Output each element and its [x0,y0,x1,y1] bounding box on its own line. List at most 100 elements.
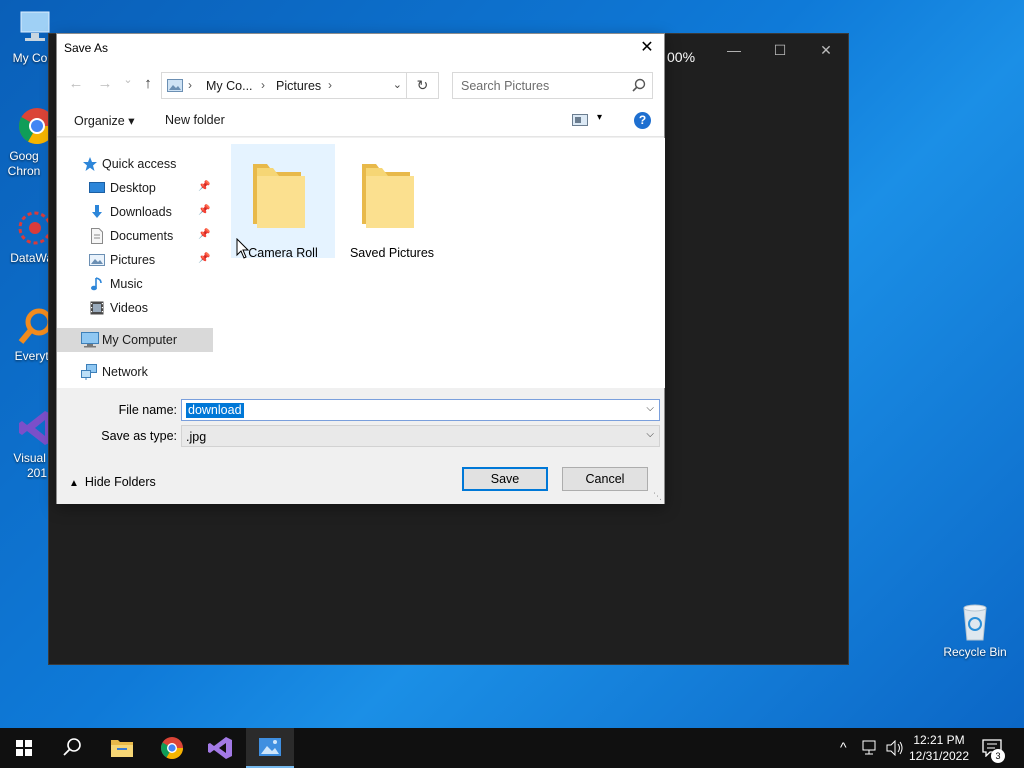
dialog-titlebar[interactable]: Save As ✕ [57,34,664,63]
nav-item-label: Documents [110,229,174,243]
breadcrumb-separator[interactable]: › [328,78,332,92]
nav-item-downloads[interactable]: Downloads 📌 [57,201,223,223]
nav-item-quick-access[interactable]: Quick access [57,153,223,175]
nav-item-documents[interactable]: Documents 📌 [57,225,223,247]
network-status-icon[interactable] [862,740,880,759]
folder-icon [360,154,416,228]
nav-item-label: Desktop [110,181,156,195]
pin-icon: 📌 [198,205,211,216]
visual-studio-icon [208,737,232,759]
taskbar-search-button[interactable] [48,728,96,768]
search-input[interactable]: Search Pictures [452,72,653,99]
nav-item-label: Music [110,277,143,291]
organize-button[interactable]: Organize ▾ [74,113,134,128]
nav-item-network[interactable]: Network [57,361,223,383]
taskbar-photos[interactable] [246,728,294,768]
cancel-button[interactable]: Cancel [562,467,648,491]
tray-expand-icon[interactable]: ^ [840,739,847,755]
hide-folders-button[interactable]: ▲ Hide Folders [69,475,156,489]
chrome-icon [161,737,183,759]
nav-item-desktop[interactable]: Desktop 📌 [57,177,223,199]
help-icon[interactable]: ? [634,112,651,129]
chevron-down-icon[interactable]: ⌵ [646,403,654,414]
address-bar[interactable]: › My Co... › Pictures › ⌄ ↻ [161,72,439,99]
system-clock[interactable]: 12:21 PM 12/31/2022 [906,732,972,764]
start-icon [16,740,32,756]
computer-icon [81,332,99,348]
folder-item-saved-pictures[interactable]: Saved Pictures [340,144,444,260]
breadcrumb-pictures[interactable]: Pictures [276,79,321,93]
clock-date: 12/31/2022 [908,749,970,763]
photos-icon [259,738,281,756]
desktop-icon-recycle-bin[interactable]: Recycle Bin [940,602,1010,660]
save-options-area: File name: download ⌵ Save as type: .jpg… [57,388,664,504]
up-button[interactable]: ↑ [139,75,157,92]
dialog-toolbar: Organize ▾ New folder ▾ ? [57,105,664,137]
resize-grip-icon[interactable]: ⋱ [653,491,662,502]
file-explorer-icon [111,740,133,757]
nav-item-my-computer[interactable]: My Computer [57,328,213,352]
file-list-pane[interactable]: Camera Roll Saved Pictures [223,138,665,388]
forward-button[interactable]: → [96,75,114,92]
nav-item-label: Videos [110,301,148,315]
pictures-location-icon [167,79,183,95]
desktop-icon-label: Goog Chron [7,149,41,178]
nav-item-videos[interactable]: Videos [57,297,223,319]
dialog-title: Save As [64,41,109,55]
folder-name: Saved Pictures [349,246,435,260]
nav-item-pictures[interactable]: Pictures 📌 [57,249,223,271]
taskbar-chrome[interactable] [148,728,196,768]
folder-icon [251,154,307,228]
taskbar: ^ 12:21 PM 12/31/2022 3 [0,728,1024,768]
back-button[interactable]: ← [67,75,85,92]
taskbar-visual-studio[interactable] [196,728,244,768]
view-dropdown-icon[interactable]: ▾ [597,112,602,123]
maximize-button[interactable]: ☐ [757,40,803,60]
clock-time: 12:21 PM [913,733,965,747]
network-icon [81,364,97,380]
address-row: ← → ⌄ ↑ › My Co... › Pictures › ⌄ ↻ Sear… [57,63,664,105]
desktop-icon-label: Recycle Bin [943,645,1007,659]
breadcrumb-my-computer[interactable]: My Co... [206,79,253,93]
hide-folders-label: Hide Folders [84,475,156,489]
start-button[interactable] [0,728,48,768]
nav-item-label: Quick access [102,157,177,171]
recent-locations-button[interactable]: ⌄ [119,73,137,86]
file-name-input[interactable]: download ⌵ [181,399,660,421]
search-placeholder: Search Pictures [461,79,550,93]
chevron-down-icon[interactable]: ⌵ [646,429,654,440]
save-as-type-select[interactable]: .jpg ⌵ [181,425,660,447]
desktop-icon [89,180,105,196]
notification-count-badge: 3 [991,749,1005,763]
address-dropdown-icon[interactable]: ⌄ [393,78,402,91]
refresh-button[interactable]: ↻ [406,73,438,98]
view-options-icon[interactable] [572,114,588,129]
taskbar-file-explorer[interactable] [98,728,146,768]
zoom-level: 00% [667,49,696,65]
nav-item-label: Downloads [110,205,172,219]
dialog-close-button[interactable]: ✕ [636,37,658,59]
search-icon [632,78,646,95]
nav-item-music[interactable]: Music [57,273,223,295]
breadcrumb-separator[interactable]: › [188,78,192,92]
breadcrumb-separator[interactable]: › [261,78,265,92]
file-name-value: download [186,403,244,418]
star-icon [82,156,98,172]
close-button[interactable]: ✕ [803,40,849,60]
recycle-bin-icon [955,602,995,642]
save-button[interactable]: Save [462,467,548,491]
minimize-button[interactable]: — [711,40,757,60]
nav-item-label: My Computer [102,333,178,347]
chevron-up-icon: ▲ [69,478,79,489]
pictures-icon [89,252,105,268]
volume-icon[interactable] [886,739,904,759]
save-as-dialog: Save As ✕ ← → ⌄ ↑ › My Co... › Pictures … [56,33,665,504]
nav-item-label: Pictures [110,253,156,267]
new-folder-button[interactable]: New folder [165,113,225,127]
save-as-type-label: Save as type: [101,429,177,443]
search-icon [63,738,81,756]
navigation-pane: Quick access Desktop 📌 Downloads 📌 Docum… [57,138,223,388]
nav-item-label: Network [102,365,148,379]
music-note-icon [89,276,105,292]
pin-icon: 📌 [198,253,211,264]
